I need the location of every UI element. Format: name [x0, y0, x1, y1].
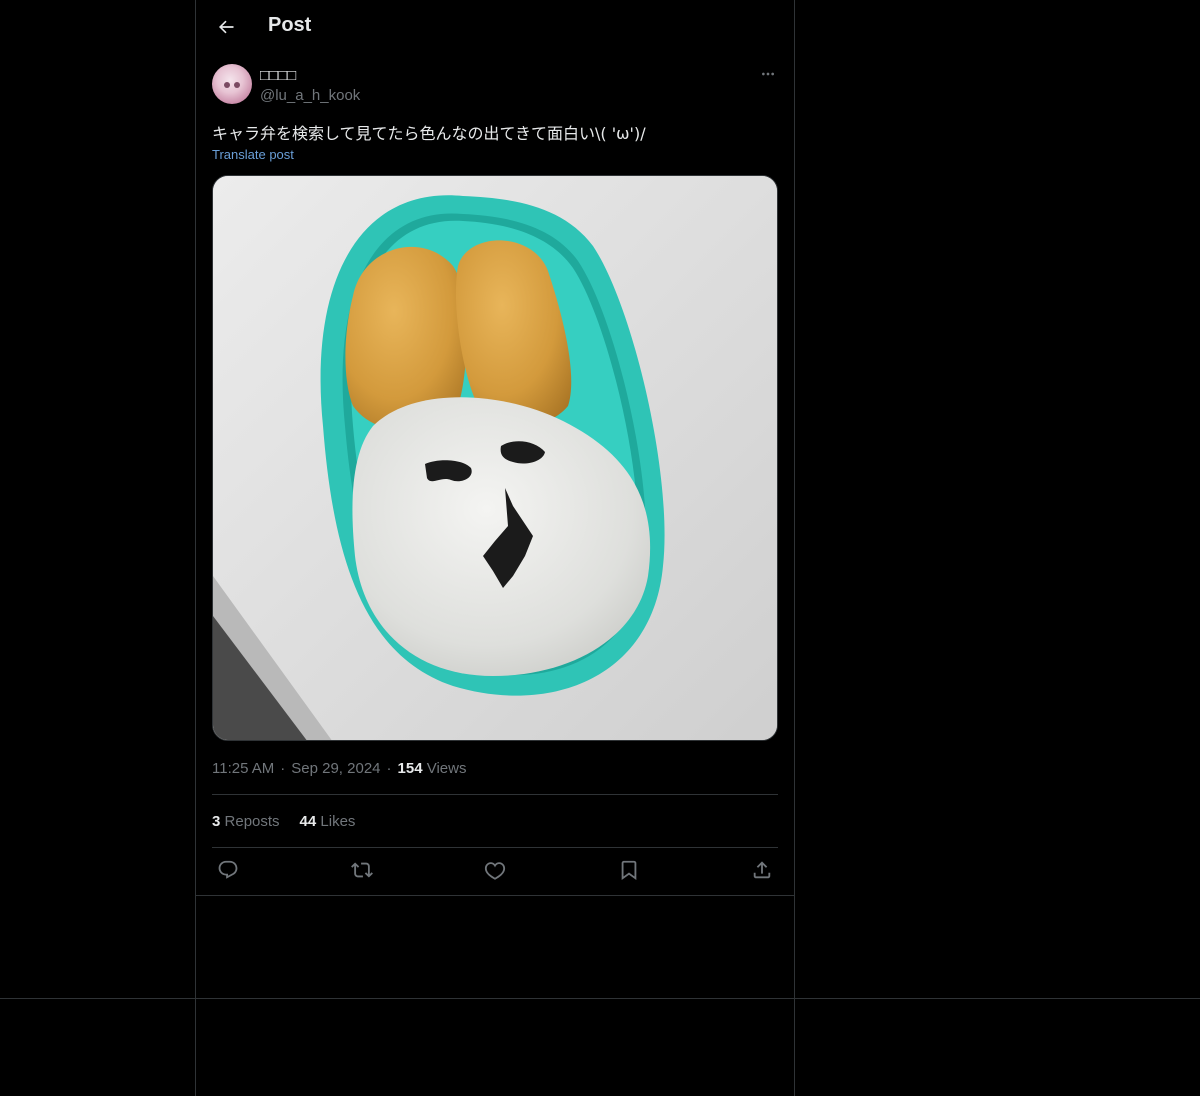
reposts-stat[interactable]: 3 Reposts [212, 813, 280, 830]
arrow-left-icon [219, 20, 234, 34]
likes-count: 44 [299, 813, 317, 830]
bookmark-button[interactable] [613, 852, 645, 888]
likes-label: Likes [320, 813, 356, 830]
author-display-name[interactable]: □□□□ [260, 67, 296, 84]
like-button[interactable] [479, 852, 511, 888]
divider [212, 794, 778, 795]
post-text: キャラ弁を検索して見てたら色んなの出てきて面白い\( 'ω')/ [212, 124, 646, 143]
repost-button[interactable] [346, 852, 378, 888]
post-date[interactable]: Sep 29, 2024 [291, 760, 380, 777]
translate-post-link[interactable]: Translate post [212, 147, 294, 162]
bookmark-icon [621, 860, 636, 881]
more-horizontal-icon [762, 72, 774, 76]
author-handle[interactable]: @lu_a_h_kook [260, 87, 360, 104]
heart-icon [484, 862, 506, 880]
back-button[interactable] [208, 9, 244, 45]
share-button[interactable] [746, 852, 778, 888]
action-bar [212, 852, 778, 888]
reply-button[interactable] [212, 852, 244, 888]
post-stats: 3 Reposts 44 Likes [212, 813, 355, 830]
post-image[interactable] [212, 175, 778, 741]
reposts-label: Reposts [224, 813, 280, 830]
views-count: 154 [397, 760, 423, 777]
bento-photo [213, 176, 777, 740]
more-options-button[interactable] [758, 64, 778, 84]
post-meta: 11:25 AM · Sep 29, 2024 · 154 Views [212, 760, 466, 777]
page-title: Post [268, 14, 312, 36]
divider [212, 847, 778, 848]
main-column: Post □□□□ @lu_a_h_kook キャラ弁を検索して見てたら色んなの… [195, 0, 795, 1096]
meta-separator: · [386, 760, 392, 777]
share-icon [753, 861, 771, 879]
post-time[interactable]: 11:25 AM [212, 760, 274, 777]
reply-icon [218, 860, 238, 879]
page-header: Post [196, 0, 794, 54]
avatar[interactable] [212, 64, 252, 104]
likes-stat[interactable]: 44 Likes [300, 813, 356, 830]
post-author: □□□□ @lu_a_h_kook [212, 64, 778, 108]
views-label: Views [426, 760, 467, 777]
divider [196, 895, 794, 896]
reposts-count: 3 [212, 813, 221, 830]
repost-icon [350, 862, 373, 878]
meta-separator: · [280, 760, 286, 777]
